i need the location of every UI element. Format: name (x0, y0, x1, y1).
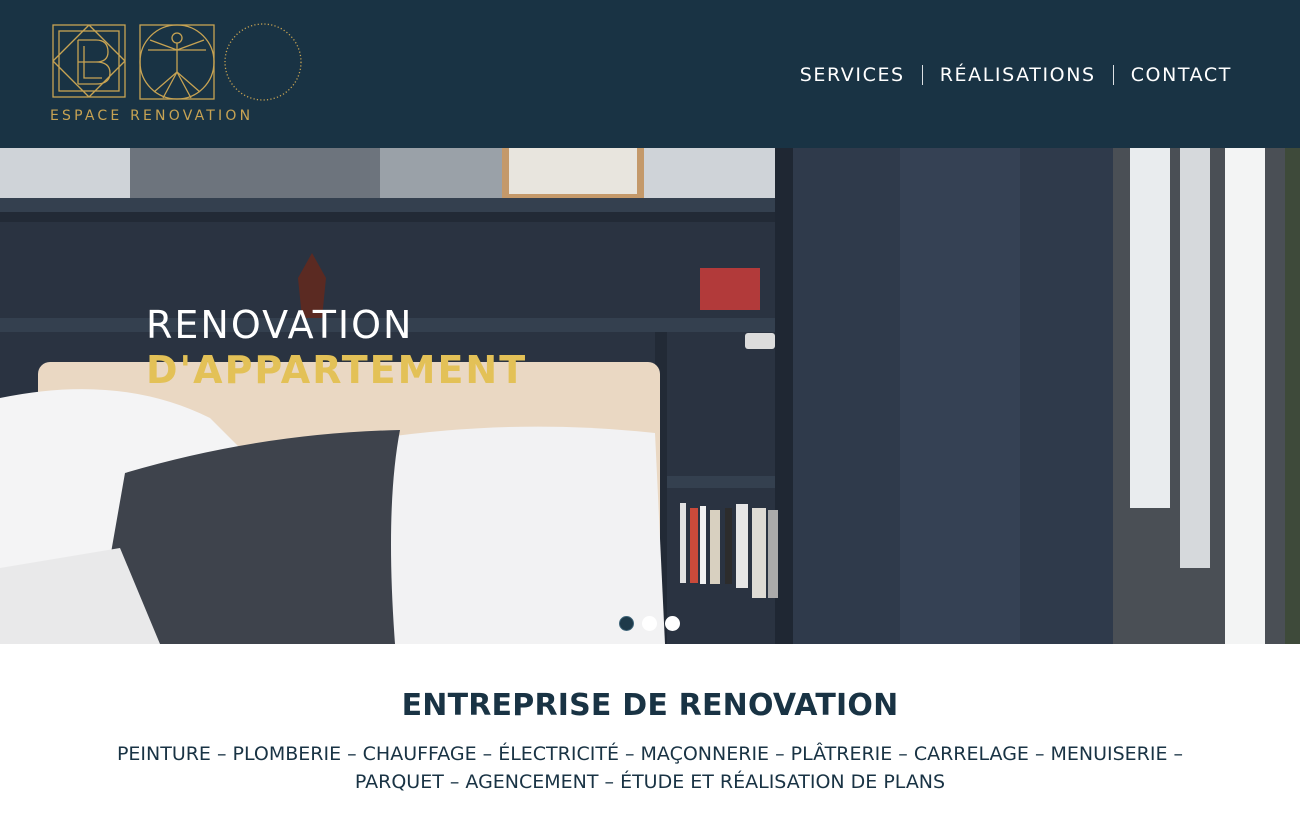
main-nav: SERVICES RÉALISATIONS CONTACT (783, 62, 1232, 88)
logo-emblem (52, 23, 302, 101)
hero-title-line1: RENOVATION (146, 303, 414, 347)
vitruvian-man-icon (139, 24, 215, 100)
nav-services[interactable]: SERVICES (783, 64, 922, 86)
hero-photo (0, 148, 1300, 644)
services-list: PEINTURE – PLOMBERIE – CHAUFFAGE – ÉLECT… (80, 740, 1220, 796)
logo[interactable]: ESPACE RENOVATION (50, 22, 310, 127)
hero-title-line2: D'APPARTEMENT (146, 348, 528, 392)
section-title: ENTREPRISE DE RENOVATION (401, 688, 899, 723)
services-line-2: PARQUET – AGENCEMENT – ÉTUDE ET RÉALISAT… (354, 771, 946, 793)
site-header: ESPACE RENOVATION SERVICES RÉALISATIONS … (0, 0, 1300, 148)
slider-dots (619, 616, 680, 631)
nav-divider (921, 65, 923, 85)
monogram-icon (52, 24, 126, 98)
logo-wordmark: ESPACE RENOVATION (50, 108, 254, 124)
services-line-1: PEINTURE – PLOMBERIE – CHAUFFAGE – ÉLECT… (116, 743, 1184, 765)
nav-realisations[interactable]: RÉALISATIONS (923, 64, 1113, 86)
nav-divider (1112, 65, 1114, 85)
slider-dot-2[interactable] (642, 616, 657, 631)
hero-slider: RENOVATION D'APPARTEMENT (0, 148, 1300, 644)
dotted-circle-icon (224, 23, 302, 101)
hero-caption: RENOVATION D'APPARTEMENT (146, 303, 527, 393)
nav-contact[interactable]: CONTACT (1114, 64, 1232, 86)
slider-dot-3[interactable] (665, 616, 680, 631)
slider-dot-1[interactable] (619, 616, 634, 631)
